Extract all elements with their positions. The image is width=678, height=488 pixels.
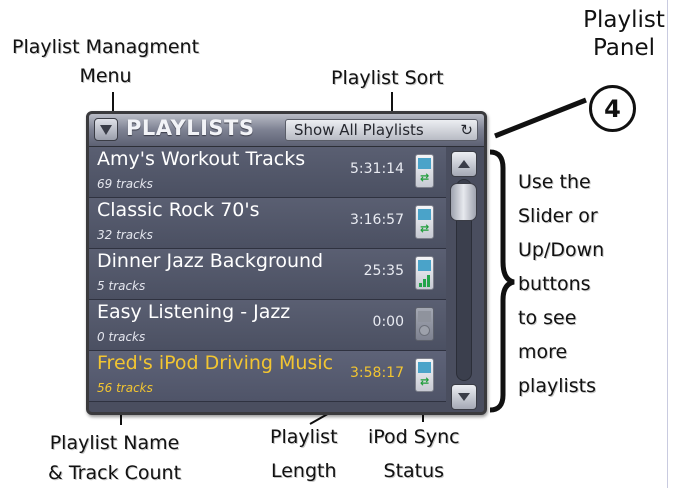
playlist-name: Fred's iPod Driving Music bbox=[97, 352, 334, 374]
playlist-list: Amy's Workout Tracks 69 tracks 5:31:14 ⇄… bbox=[89, 147, 446, 402]
scroll-down-button[interactable] bbox=[451, 384, 477, 410]
ipod-sync-status-icon[interactable]: ⇄ bbox=[415, 205, 434, 239]
scroll-thumb[interactable] bbox=[450, 183, 477, 221]
playlist-track-count: 5 tracks bbox=[97, 279, 146, 293]
playlist-track-count: 69 tracks bbox=[97, 177, 153, 191]
panel-title: PLAYLISTS bbox=[126, 116, 255, 140]
playlist-length: 0:00 bbox=[372, 314, 404, 330]
triangle-up-icon bbox=[458, 160, 470, 168]
playlist-name: Classic Rock 70's bbox=[97, 199, 260, 221]
playlist-menu-button[interactable] bbox=[94, 118, 118, 141]
panel-callout-line bbox=[494, 97, 587, 139]
playlist-length: 25:35 bbox=[363, 263, 404, 279]
triangle-down-icon bbox=[100, 124, 112, 135]
playlist-sort-dropdown[interactable]: Show All Playlists ↻ bbox=[285, 119, 478, 141]
playlist-name: Dinner Jazz Background bbox=[97, 250, 324, 272]
playlist-length: 3:58:17 bbox=[350, 365, 404, 381]
panel-header: PLAYLISTS Show All Playlists ↻ bbox=[89, 114, 484, 147]
playlist-name: Easy Listening - Jazz bbox=[97, 301, 291, 323]
playlist-row[interactable]: Amy's Workout Tracks 69 tracks 5:31:14 ⇄ bbox=[89, 147, 446, 198]
ipod-sync-status-icon[interactable] bbox=[415, 307, 434, 341]
playlist-track-count: 0 tracks bbox=[97, 330, 146, 344]
ipod-sync-status-icon[interactable]: ⇄ bbox=[415, 154, 434, 188]
triangle-down-icon bbox=[458, 393, 470, 401]
sort-value: Show All Playlists bbox=[294, 121, 424, 139]
scroll-up-button[interactable] bbox=[451, 151, 477, 177]
playlist-row[interactable]: Classic Rock 70's 32 tracks 3:16:57 ⇄ bbox=[89, 198, 446, 249]
playlist-row[interactable]: Easy Listening - Jazz 0 tracks 0:00 bbox=[89, 300, 446, 351]
scroll-brace bbox=[489, 149, 515, 413]
playlist-row[interactable]: Dinner Jazz Background 5 tracks 25:35 bbox=[89, 249, 446, 300]
ipod-sync-status-icon[interactable]: ⇄ bbox=[415, 358, 434, 392]
playlist-row-selected[interactable]: Fred's iPod Driving Music 56 tracks 3:58… bbox=[89, 351, 446, 402]
playlist-track-count: 32 tracks bbox=[97, 228, 153, 242]
playlist-track-count: 56 tracks bbox=[97, 381, 153, 395]
ipod-sync-status-icon[interactable] bbox=[415, 256, 434, 290]
playlist-panel: PLAYLISTS Show All Playlists ↻ Amy's Wor… bbox=[86, 111, 487, 415]
playlist-name: Amy's Workout Tracks bbox=[97, 148, 306, 170]
playlist-length: 5:31:14 bbox=[350, 161, 404, 177]
refresh-icon[interactable]: ↻ bbox=[460, 121, 473, 139]
playlist-length: 3:16:57 bbox=[350, 212, 404, 228]
playlist-scrollbar[interactable] bbox=[446, 147, 484, 412]
